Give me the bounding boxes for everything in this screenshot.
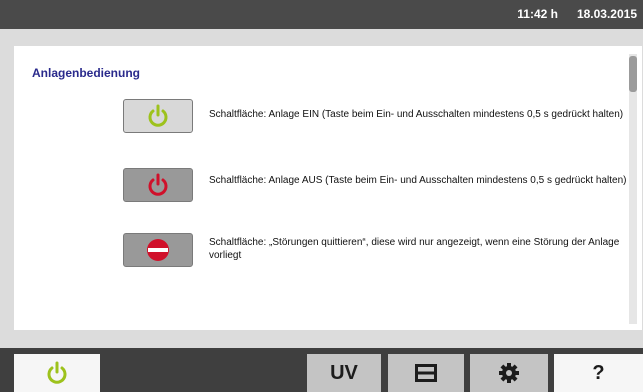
acknowledge-faults-description: Schaltfläche: „Störungen quittieren“, di… bbox=[209, 237, 620, 261]
scrollbar-track[interactable] bbox=[629, 54, 637, 324]
gear-icon bbox=[499, 363, 519, 383]
settings-tab[interactable] bbox=[470, 354, 548, 392]
system-off-button[interactable] bbox=[123, 168, 193, 202]
power-tab[interactable] bbox=[14, 354, 100, 392]
clock-time: 11:42 h bbox=[517, 7, 558, 21]
help-tab[interactable]: ? bbox=[554, 354, 643, 392]
uv-tab[interactable]: UV bbox=[307, 354, 381, 392]
power-icon bbox=[148, 173, 168, 196]
list-view-tab[interactable] bbox=[388, 354, 464, 392]
panel-title: Anlagenbedienung bbox=[32, 66, 140, 80]
no-entry-icon bbox=[147, 239, 169, 261]
system-on-button[interactable] bbox=[123, 99, 193, 133]
bottom-nav-bar: UV ? bbox=[0, 348, 643, 392]
power-icon bbox=[148, 104, 168, 127]
power-icon bbox=[47, 361, 67, 384]
info-panel: Anlagenbedienung Schaltfläche: Anlage EI… bbox=[14, 46, 642, 330]
uv-label: UV bbox=[330, 361, 358, 384]
clock-date: 18.03.2015 bbox=[576, 7, 637, 21]
top-status-bar: 11:42 h 18.03.2015 bbox=[0, 0, 643, 29]
list-icon bbox=[415, 364, 437, 382]
help-label: ? bbox=[592, 361, 605, 384]
scrollbar-thumb[interactable] bbox=[629, 56, 637, 92]
system-off-description: Schaltfläche: Anlage AUS (Taste beim Ein… bbox=[209, 175, 627, 186]
system-on-description: Schaltfläche: Anlage EIN (Taste beim Ein… bbox=[209, 109, 624, 120]
acknowledge-faults-button[interactable] bbox=[123, 233, 193, 267]
